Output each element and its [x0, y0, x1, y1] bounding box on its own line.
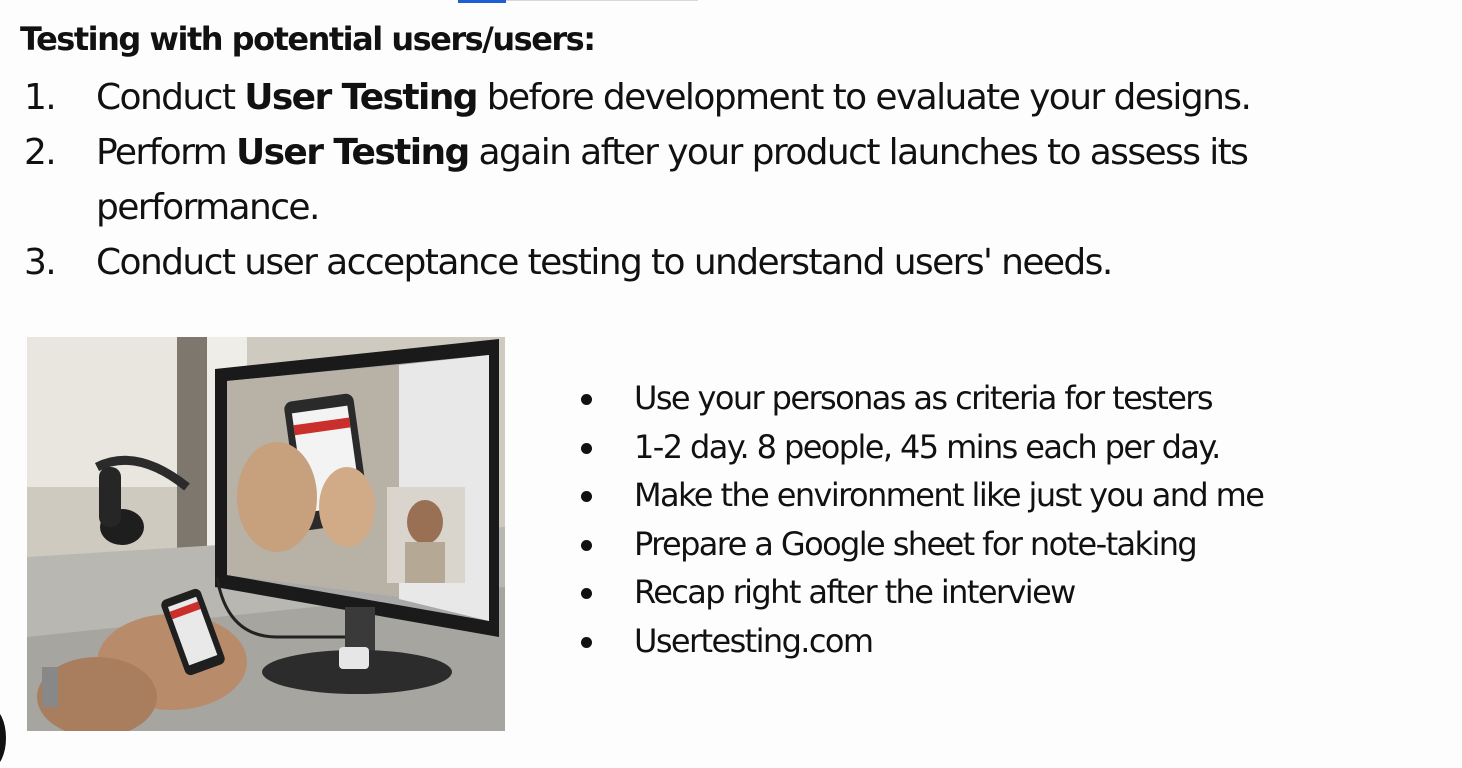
top-accent-bar [458, 0, 506, 3]
step-emphasis: User Testing [235, 132, 470, 173]
tip-item: 1-2 day. 8 people, 45 mins each per day. [576, 423, 1263, 472]
tip-text: Make the environment like just you and m… [634, 476, 1265, 514]
tip-text: Prepare a Google sheet for note-taking [634, 524, 1198, 563]
step-item: 2. Perform User Testing again after your … [0, 125, 1356, 235]
bullet-icon [581, 588, 592, 599]
tip-item: Usertesting.com [576, 617, 1263, 666]
step-text: Perform [96, 132, 236, 173]
tip-item: Use your personas as criteria for tester… [576, 374, 1263, 423]
tip-item: Recap right after the interview [576, 568, 1263, 617]
step-number: 3. [24, 242, 57, 283]
step-item: 3. Conduct user acceptance testing to und… [0, 235, 1356, 290]
step-emphasis: User Testing [244, 77, 478, 118]
step-text: Conduct user acceptance testing to under… [96, 242, 1113, 283]
bullet-icon [581, 539, 592, 551]
bullet-icon [581, 442, 592, 454]
presenter-edge-shape [0, 708, 6, 768]
tip-text: Recap right after the interview [634, 573, 1076, 611]
steps-list: 1. Conduct User Testing before developmen… [0, 70, 1356, 290]
step-number: 2. [24, 132, 57, 173]
tip-item: Prepare a Google sheet for note-taking [576, 520, 1263, 569]
bullet-icon [581, 491, 592, 502]
slide-heading: Testing with potential users/users: [20, 20, 596, 58]
step-text: Conduct [96, 77, 245, 118]
top-divider [506, 0, 698, 1]
tip-text: Use your personas as criteria for tester… [634, 379, 1214, 417]
bullet-icon [581, 394, 592, 405]
user-testing-photo [27, 337, 505, 731]
bullet-icon [581, 636, 592, 648]
step-number: 1. [24, 77, 57, 118]
step-item: 1. Conduct User Testing before developmen… [0, 70, 1356, 125]
step-text: before development to evaluate your desi… [476, 77, 1252, 118]
tip-item: Make the environment like just you and m… [576, 471, 1265, 520]
tip-text: 1-2 day. 8 people, 45 mins each per day. [634, 427, 1221, 466]
tips-list: Use your personas as criteria for tester… [576, 374, 1265, 666]
tip-text: Usertesting.com [634, 621, 874, 660]
